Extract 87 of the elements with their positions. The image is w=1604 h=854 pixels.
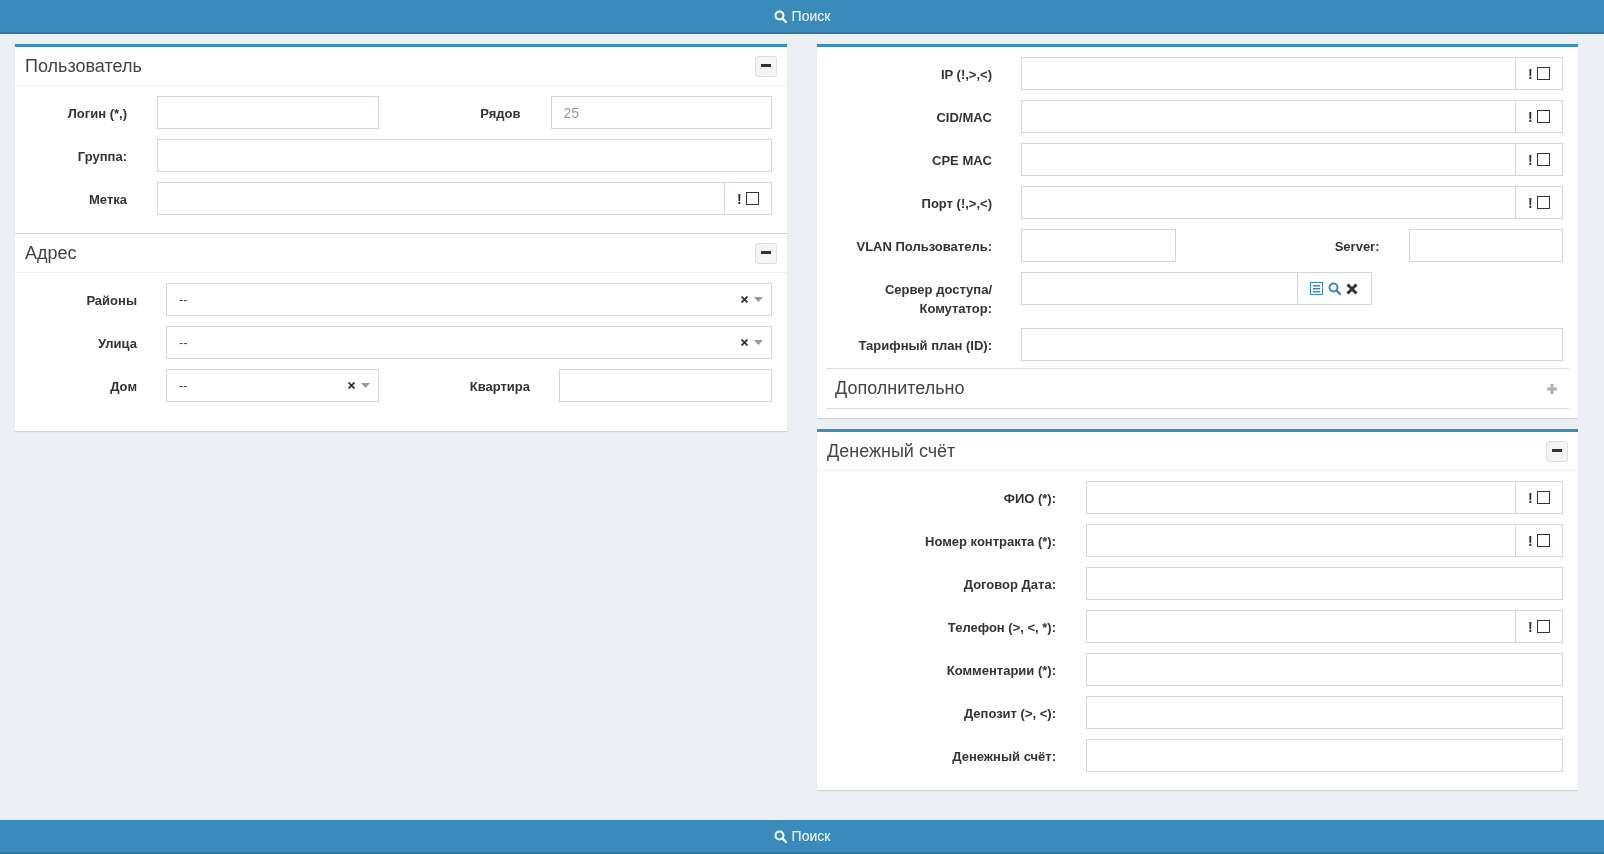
input-field[interactable] [1021, 143, 1516, 176]
field-label: ФИО (*): [1002, 490, 1056, 508]
field-label: Номер контракта (*): [924, 533, 1056, 551]
field-label: CID/MAC [935, 109, 992, 127]
field-label: Договор Дата: [962, 576, 1056, 594]
negate-mark: ! [1528, 489, 1533, 506]
field-label: Порт (!,>,<) [920, 195, 992, 213]
caret-icon [754, 297, 763, 302]
clear-icon[interactable] [741, 339, 748, 346]
negate-mark: ! [1528, 151, 1533, 168]
input-field[interactable] [157, 96, 379, 129]
input-field[interactable] [559, 369, 772, 402]
caret-icon [361, 383, 370, 388]
negate-mark: ! [1528, 65, 1533, 82]
field-label: Районы [85, 292, 137, 310]
dropdown[interactable]: -- [166, 369, 379, 402]
minus-icon [1552, 449, 1562, 453]
search-button[interactable]: Поиск [0, 820, 1604, 854]
input-field[interactable] [1086, 696, 1563, 729]
section-title: Адрес [25, 242, 77, 264]
input-field[interactable] [1021, 100, 1516, 133]
input-field[interactable] [157, 139, 772, 172]
collapse-button[interactable] [755, 242, 777, 264]
close-icon[interactable] [1346, 282, 1358, 295]
field-label: Рядов [479, 105, 521, 123]
field-label: Сервер доступа/Комутатор: [883, 281, 992, 318]
input-field[interactable] [1086, 567, 1563, 600]
clear-icon[interactable] [741, 296, 748, 303]
minus-icon [761, 251, 771, 255]
input-field[interactable] [1086, 739, 1563, 772]
field-label: Улица [97, 335, 137, 353]
plus-icon[interactable] [1547, 383, 1557, 394]
input-field[interactable] [1408, 229, 1563, 262]
checkbox[interactable] [1536, 534, 1550, 547]
checkbox[interactable] [1536, 67, 1550, 80]
negate-mark: ! [1528, 532, 1533, 549]
field-label: Квартира [468, 378, 530, 396]
negate-mark: ! [737, 190, 742, 207]
field-label: CPE MAC [931, 152, 992, 170]
input-field[interactable] [1086, 653, 1563, 686]
search-button[interactable]: Поиск [0, 0, 1604, 34]
collapse-button[interactable] [755, 55, 777, 77]
field-label: Server: [1333, 238, 1380, 256]
field-label: Дом [109, 378, 137, 396]
input-field[interactable] [1021, 328, 1563, 361]
checkbox[interactable] [1536, 620, 1550, 633]
search-icon [773, 9, 787, 23]
field-label: IP (!,>,<) [939, 66, 992, 84]
field-label: Группа: [76, 148, 127, 166]
negate-mark: ! [1528, 108, 1533, 125]
input-field[interactable] [1086, 481, 1516, 514]
collapse-button[interactable] [1546, 440, 1568, 462]
field-label: Денежный счёт: [951, 748, 1056, 766]
checkbox[interactable] [1536, 491, 1550, 504]
field-label: Логин (*,) [66, 105, 127, 123]
checkbox[interactable] [1536, 196, 1550, 209]
list-icon[interactable] [1310, 282, 1323, 295]
input-field[interactable] [157, 182, 725, 215]
search-icon [773, 829, 787, 843]
input-field[interactable] [1021, 272, 1298, 305]
clear-icon[interactable] [348, 382, 355, 389]
input-field[interactable]: 25 [550, 96, 772, 129]
input-field[interactable] [1086, 610, 1516, 643]
input-field[interactable] [1086, 524, 1516, 557]
dropdown[interactable]: -- [166, 283, 772, 316]
negate-mark: ! [1528, 618, 1533, 635]
checkbox[interactable] [1536, 153, 1550, 166]
field-label: Телефон (>, <, *): [946, 619, 1056, 637]
input-field[interactable] [1021, 229, 1176, 262]
field-label: Комментарии (*): [945, 662, 1056, 680]
section-title: Пользователь [25, 55, 142, 77]
field-label: Тарифный план (ID): [857, 337, 992, 355]
input-field[interactable] [1021, 57, 1516, 90]
section-header[interactable]: Дополнительно [826, 368, 1569, 409]
checkbox[interactable] [745, 192, 759, 205]
dropdown[interactable]: -- [166, 326, 772, 359]
field-label: VLAN Пользователь: [855, 238, 992, 256]
caret-icon [754, 340, 763, 345]
field-label: Метка [88, 191, 127, 209]
minus-icon [761, 64, 771, 68]
input-field[interactable] [1021, 186, 1516, 219]
section-title: Денежный счёт [827, 440, 956, 462]
checkbox[interactable] [1536, 110, 1550, 123]
search-icon[interactable] [1328, 282, 1341, 295]
negate-mark: ! [1528, 194, 1533, 211]
section-title: Дополнительно [835, 378, 965, 399]
field-label: Депозит (>, <): [962, 705, 1056, 723]
